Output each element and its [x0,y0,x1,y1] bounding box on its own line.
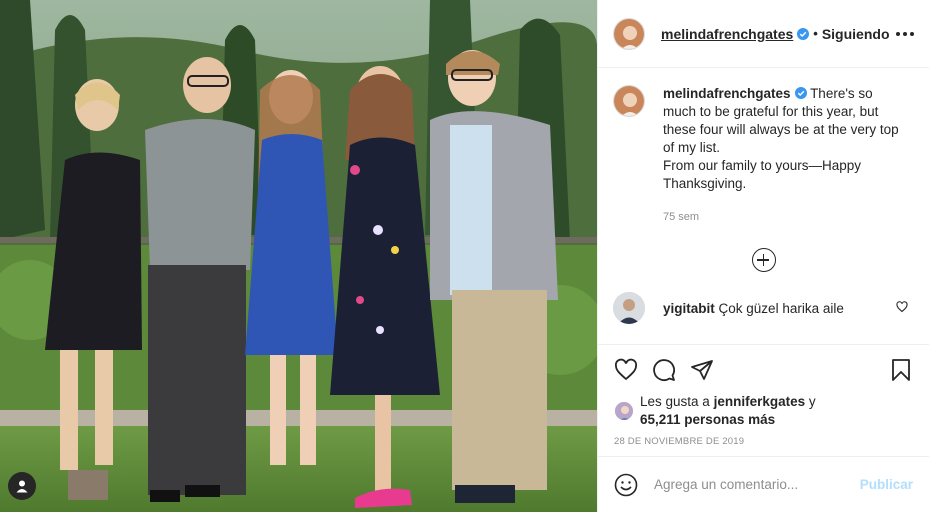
family-photo [0,0,597,512]
caption-avatar-image [614,86,644,116]
commenter-avatar[interactable] [613,292,645,324]
publish-button[interactable]: Publicar [860,477,913,492]
more-options-icon[interactable] [896,28,914,40]
action-bar [614,355,913,385]
tagged-users-button[interactable] [8,472,36,500]
likes-joiner: y [808,394,816,409]
like-icon[interactable] [614,358,638,382]
comment-like-icon[interactable] [896,300,908,316]
comment-input[interactable] [654,477,860,492]
load-more-comments-icon[interactable] [751,248,776,272]
add-comment-form: Publicar [598,456,929,512]
commenter-avatar-image [613,292,645,324]
liker-avatar [614,401,634,421]
comment-text: Çok güzel harika aile [718,300,844,316]
post-date[interactable]: 28 DE NOVIEMBRE DE 2019 [614,436,913,447]
post-photo[interactable] [0,0,597,512]
comments-list: melindafrenchgates There's so much to be… [598,69,929,344]
share-icon[interactable] [690,358,714,382]
author-avatar-image [614,18,644,49]
commenter-username[interactable]: yigitabit [663,301,715,316]
likes-count[interactable]: 65,211 personas más [640,412,775,427]
author-username[interactable]: melindafrenchgates [661,26,793,42]
comment-icon[interactable] [652,358,676,382]
caption: melindafrenchgates There's so much to be… [613,85,914,226]
caption-body: melindafrenchgates There's so much to be… [663,85,903,226]
likes-summary: Les gusta a jenniferkgates y 65,211 pers… [614,393,913,429]
header-separator: • [813,26,818,41]
likes-prefix: Les gusta a [640,394,710,409]
author-avatar[interactable] [613,17,645,50]
emoji-icon[interactable] [614,473,638,497]
instagram-post-modal: melindafrenchgates • Siguiendo melindafr… [0,0,929,512]
user-tag-icon [16,480,28,493]
post-header: melindafrenchgates • Siguiendo [598,0,929,68]
comment-body: yigitabit Çok güzel harika aile [663,301,844,316]
verified-badge-icon [797,27,810,40]
post-actions-section: Les gusta a jenniferkgates y 65,211 pers… [598,344,929,456]
caption-username[interactable]: melindafrenchgates [663,86,791,101]
caption-timestamp[interactable]: 75 sem [663,208,903,226]
post-details-panel: melindafrenchgates • Siguiendo melindafr… [597,0,929,512]
comment-item: yigitabit Çok güzel harika aile [613,292,914,324]
likes-text: Les gusta a jenniferkgates y 65,211 pers… [640,393,816,429]
liker-username[interactable]: jenniferkgates [714,394,806,409]
caption-verified-badge-icon [794,87,807,99]
save-bookmark-icon[interactable] [889,358,913,382]
following-button[interactable]: Siguiendo [822,26,890,42]
caption-avatar[interactable] [613,85,645,117]
caption-text-line-2: From our family to yours—Happy Thanksgiv… [663,158,862,191]
